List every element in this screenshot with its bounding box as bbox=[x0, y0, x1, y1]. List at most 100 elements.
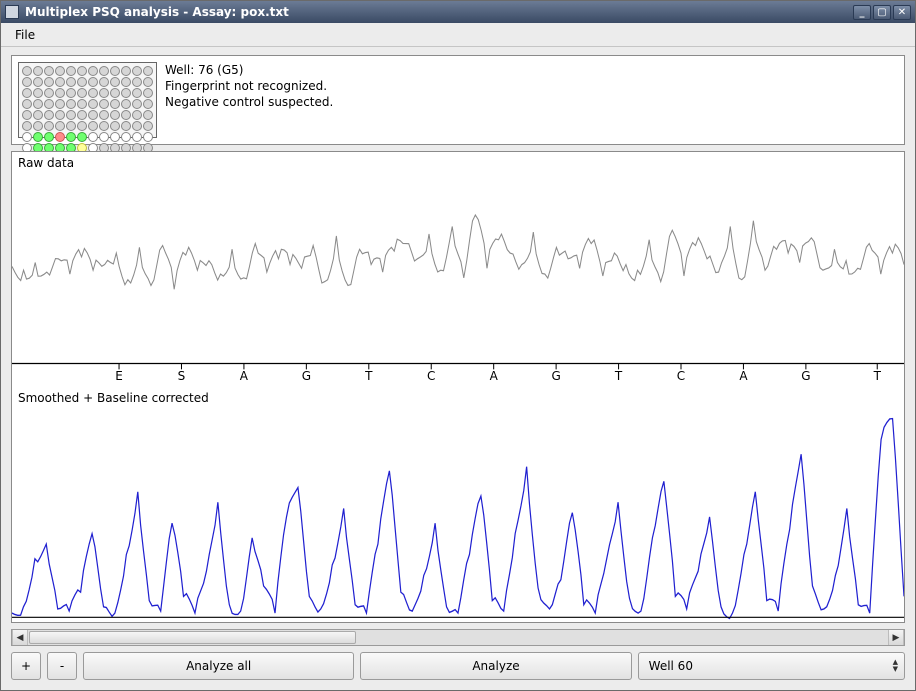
well[interactable] bbox=[143, 88, 153, 98]
well[interactable] bbox=[99, 99, 109, 109]
well[interactable] bbox=[55, 88, 65, 98]
well[interactable] bbox=[121, 132, 131, 142]
well[interactable] bbox=[132, 77, 142, 87]
well[interactable] bbox=[77, 77, 87, 87]
well[interactable] bbox=[22, 121, 32, 131]
well[interactable] bbox=[110, 88, 120, 98]
well[interactable] bbox=[22, 66, 32, 76]
well[interactable] bbox=[44, 77, 54, 87]
well[interactable] bbox=[55, 77, 65, 87]
well[interactable] bbox=[55, 66, 65, 76]
well[interactable] bbox=[33, 88, 43, 98]
well[interactable] bbox=[44, 66, 54, 76]
well[interactable] bbox=[143, 132, 153, 142]
scroll-right-icon[interactable]: ▶ bbox=[888, 630, 904, 645]
scroll-track[interactable] bbox=[28, 630, 888, 645]
well[interactable] bbox=[110, 132, 120, 142]
well[interactable] bbox=[77, 88, 87, 98]
well[interactable] bbox=[66, 88, 76, 98]
well[interactable] bbox=[88, 88, 98, 98]
well[interactable] bbox=[66, 66, 76, 76]
well[interactable] bbox=[66, 99, 76, 109]
well[interactable] bbox=[99, 66, 109, 76]
well[interactable] bbox=[55, 121, 65, 131]
well[interactable] bbox=[66, 77, 76, 87]
well[interactable] bbox=[143, 121, 153, 131]
well[interactable] bbox=[66, 132, 76, 142]
well[interactable] bbox=[99, 110, 109, 120]
well[interactable] bbox=[22, 77, 32, 87]
well[interactable] bbox=[132, 66, 142, 76]
title-bar[interactable]: Multiplex PSQ analysis - Assay: pox.txt … bbox=[1, 1, 915, 23]
well[interactable] bbox=[143, 110, 153, 120]
well[interactable] bbox=[44, 99, 54, 109]
well[interactable] bbox=[143, 77, 153, 87]
well[interactable] bbox=[110, 121, 120, 131]
well[interactable] bbox=[22, 99, 32, 109]
well[interactable] bbox=[77, 110, 87, 120]
well[interactable] bbox=[143, 99, 153, 109]
close-button[interactable]: ✕ bbox=[893, 5, 911, 20]
well[interactable] bbox=[33, 77, 43, 87]
well[interactable] bbox=[132, 121, 142, 131]
well[interactable] bbox=[55, 99, 65, 109]
well[interactable] bbox=[55, 110, 65, 120]
scroll-left-icon[interactable]: ◀ bbox=[12, 630, 28, 645]
well[interactable] bbox=[132, 110, 142, 120]
well[interactable] bbox=[132, 99, 142, 109]
well[interactable] bbox=[88, 132, 98, 142]
spinner-arrows-icon[interactable]: ▲▼ bbox=[893, 659, 898, 673]
well[interactable] bbox=[22, 110, 32, 120]
zoom-out-button[interactable]: - bbox=[47, 652, 77, 680]
well[interactable] bbox=[44, 121, 54, 131]
well[interactable] bbox=[33, 121, 43, 131]
analyze-button[interactable]: Analyze bbox=[360, 652, 631, 680]
zoom-in-button[interactable]: + bbox=[11, 652, 41, 680]
minimize-button[interactable]: _ bbox=[853, 5, 871, 20]
well[interactable] bbox=[121, 77, 131, 87]
well[interactable] bbox=[99, 132, 109, 142]
well[interactable] bbox=[77, 99, 87, 109]
well[interactable] bbox=[44, 110, 54, 120]
well[interactable] bbox=[121, 66, 131, 76]
well[interactable] bbox=[121, 99, 131, 109]
well[interactable] bbox=[33, 110, 43, 120]
well[interactable] bbox=[110, 99, 120, 109]
well[interactable] bbox=[88, 66, 98, 76]
analyze-all-button[interactable]: Analyze all bbox=[83, 652, 354, 680]
well[interactable] bbox=[77, 66, 87, 76]
well-selector-combo[interactable]: Well 60 ▲▼ bbox=[638, 652, 905, 680]
well[interactable] bbox=[88, 110, 98, 120]
well[interactable] bbox=[132, 132, 142, 142]
well[interactable] bbox=[143, 66, 153, 76]
well[interactable] bbox=[44, 88, 54, 98]
well[interactable] bbox=[110, 110, 120, 120]
well[interactable] bbox=[77, 132, 87, 142]
well[interactable] bbox=[44, 132, 54, 142]
well[interactable] bbox=[33, 132, 43, 142]
well[interactable] bbox=[132, 88, 142, 98]
well[interactable] bbox=[99, 88, 109, 98]
well[interactable] bbox=[66, 110, 76, 120]
well[interactable] bbox=[22, 132, 32, 142]
well[interactable] bbox=[99, 77, 109, 87]
well[interactable] bbox=[88, 77, 98, 87]
menu-file[interactable]: File bbox=[7, 25, 43, 45]
well[interactable] bbox=[22, 88, 32, 98]
well[interactable] bbox=[55, 132, 65, 142]
well[interactable] bbox=[88, 99, 98, 109]
well[interactable] bbox=[33, 66, 43, 76]
horizontal-scrollbar[interactable]: ◀ ▶ bbox=[11, 629, 905, 646]
maximize-button[interactable]: ▢ bbox=[873, 5, 891, 20]
scroll-thumb[interactable] bbox=[29, 631, 356, 644]
well[interactable] bbox=[99, 121, 109, 131]
well[interactable] bbox=[88, 121, 98, 131]
well[interactable] bbox=[121, 88, 131, 98]
well[interactable] bbox=[110, 77, 120, 87]
well[interactable] bbox=[33, 99, 43, 109]
plate-map[interactable] bbox=[18, 62, 157, 138]
well[interactable] bbox=[66, 121, 76, 131]
well[interactable] bbox=[110, 66, 120, 76]
well[interactable] bbox=[121, 121, 131, 131]
well[interactable] bbox=[77, 121, 87, 131]
